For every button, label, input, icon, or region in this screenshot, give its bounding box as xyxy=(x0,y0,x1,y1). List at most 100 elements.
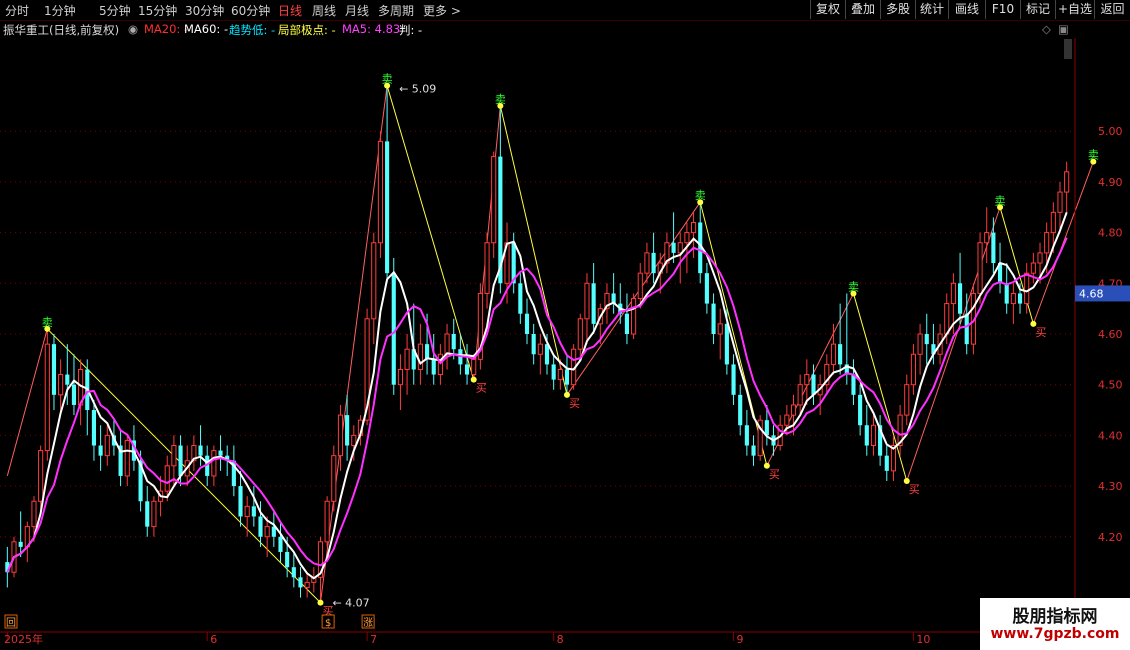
candle-body-down xyxy=(431,359,436,375)
candle-body-down xyxy=(884,455,889,471)
draw-line-button[interactable]: 画线 xyxy=(948,0,985,19)
zigzag-lines xyxy=(6,85,1094,604)
candle-body-up xyxy=(1044,232,1050,254)
candle-body-up xyxy=(904,384,910,416)
event-marker: 回 xyxy=(6,617,16,629)
statistics-button[interactable]: 统计 xyxy=(915,0,948,19)
candle-body-down xyxy=(858,394,863,426)
add-watchlist-button[interactable]: +自选 xyxy=(1055,0,1094,19)
period-tab[interactable]: 5分钟 xyxy=(99,2,131,19)
period-tab-more[interactable]: 更多 > xyxy=(423,2,461,19)
period-tab[interactable]: 60分钟 xyxy=(231,2,270,19)
candle-body-down xyxy=(1004,283,1009,304)
candle-body-down xyxy=(218,450,223,456)
candle-body-down xyxy=(851,374,856,395)
buy-signal: 买 xyxy=(909,483,920,496)
candle-body-up xyxy=(1024,272,1030,305)
candle-body-up xyxy=(351,434,357,447)
candle-body-down xyxy=(811,374,816,395)
ma20-label: MA20: - xyxy=(144,22,189,36)
candle-body-up xyxy=(244,505,250,517)
f10-button[interactable]: F10 xyxy=(985,0,1020,19)
settings-icon[interactable]: ◉ xyxy=(128,22,138,36)
overlay-button[interactable]: 叠加 xyxy=(845,0,880,19)
period-tab[interactable]: 30分钟 xyxy=(185,2,224,19)
candle-body-down xyxy=(1017,293,1023,304)
stock-title[interactable]: 振华重工(日线,前复权) xyxy=(3,22,119,38)
period-toolbar: 分时 1分钟 5分钟 15分钟 30分钟 60分钟 日线 周线 月线 多周期 更… xyxy=(0,0,1130,21)
candle-body-down xyxy=(298,577,303,588)
sell-signal: 卖 xyxy=(848,280,859,293)
period-tab[interactable]: 1分钟 xyxy=(44,2,76,19)
candle-body-up xyxy=(397,368,403,386)
candle-body-up xyxy=(804,374,810,386)
buy-signal: 买 xyxy=(1035,326,1046,339)
candlestick-chart[interactable]: 卖买卖买卖买卖买卖买卖买卖← 5.09← 4.07 5.004.904.804.… xyxy=(0,38,1130,650)
candle-body-up xyxy=(870,424,877,447)
candle-body-up xyxy=(471,358,477,376)
candle-body-down xyxy=(991,232,996,264)
candle-body-down xyxy=(451,334,456,350)
candle-body-up xyxy=(324,500,330,543)
sell-signal: 卖 xyxy=(695,189,706,202)
adjust-button[interactable]: 复权 xyxy=(810,0,845,19)
candle-body-up xyxy=(717,323,723,335)
period-tab[interactable]: 月线 xyxy=(345,2,369,19)
y-tick-label: 4.40 xyxy=(1098,429,1123,442)
sell-signal: 卖 xyxy=(382,73,393,86)
candle-body-down xyxy=(291,567,296,578)
y-tick-label: 4.20 xyxy=(1098,531,1123,544)
period-tab[interactable]: 周线 xyxy=(312,2,336,19)
candle-body-down xyxy=(724,323,729,365)
sell-signal: 卖 xyxy=(995,194,1006,207)
candle-body-down xyxy=(624,313,630,334)
period-tab[interactable]: 多周期 xyxy=(378,2,414,19)
scroll-thumb xyxy=(1064,39,1072,59)
candle-body-up xyxy=(404,348,410,370)
candle-body-down xyxy=(178,445,183,476)
trend-label: 趋势低: - xyxy=(229,23,276,37)
multi-stock-button[interactable]: 多股 xyxy=(880,0,915,19)
low-price-label: ← 4.07 xyxy=(332,597,369,610)
candle-body-up xyxy=(304,581,310,588)
mark-button[interactable]: 标记 xyxy=(1020,0,1055,19)
candle-body-up xyxy=(584,282,590,320)
candle-body-down xyxy=(278,536,283,552)
candle-body-up xyxy=(577,318,583,350)
window-icon[interactable]: ▣ xyxy=(1058,22,1069,36)
period-tab[interactable]: 分时 xyxy=(5,2,29,19)
candle-body-up xyxy=(417,343,423,370)
diamond-icon[interactable]: ◇ xyxy=(1042,22,1051,36)
sell-signal: 卖 xyxy=(42,316,53,329)
candle-body-down xyxy=(751,445,756,456)
candle-body-up xyxy=(377,140,383,244)
candle-body-down xyxy=(91,410,97,446)
candle-body-up xyxy=(557,368,563,381)
back-button[interactable]: 返回 xyxy=(1094,0,1130,19)
candle-body-down xyxy=(564,369,570,385)
x-tick-label: 2025年 xyxy=(4,632,43,646)
period-tab-active[interactable]: 日线 xyxy=(278,2,302,19)
period-tab[interactable]: 15分钟 xyxy=(138,2,177,19)
candle-body-up xyxy=(944,303,950,335)
axes: 5.004.904.804.704.604.504.404.304.202025… xyxy=(0,38,1130,650)
candle-body-up xyxy=(337,414,344,457)
watermark-title: 股朋指标网 xyxy=(1012,607,1098,627)
candle-body-up xyxy=(644,252,650,274)
candle-body-up xyxy=(58,374,64,396)
high-price-label: ← 5.09 xyxy=(399,83,436,96)
candle-body-up xyxy=(830,343,837,365)
candle-body-up xyxy=(910,353,916,386)
candle-body-down xyxy=(731,364,736,395)
candle-body-down xyxy=(711,303,716,334)
y-tick-label: 4.30 xyxy=(1098,480,1123,493)
candle-body-up xyxy=(984,232,990,244)
candle-body-up xyxy=(784,414,790,426)
candle-body-up xyxy=(1064,171,1070,193)
candle-body-down xyxy=(251,506,256,517)
candle-body-up xyxy=(1037,252,1043,264)
y-tick-label: 4.90 xyxy=(1098,176,1123,189)
candle-body-down xyxy=(744,425,749,446)
candle-body-down xyxy=(345,415,350,446)
candle-body-up xyxy=(171,445,177,467)
